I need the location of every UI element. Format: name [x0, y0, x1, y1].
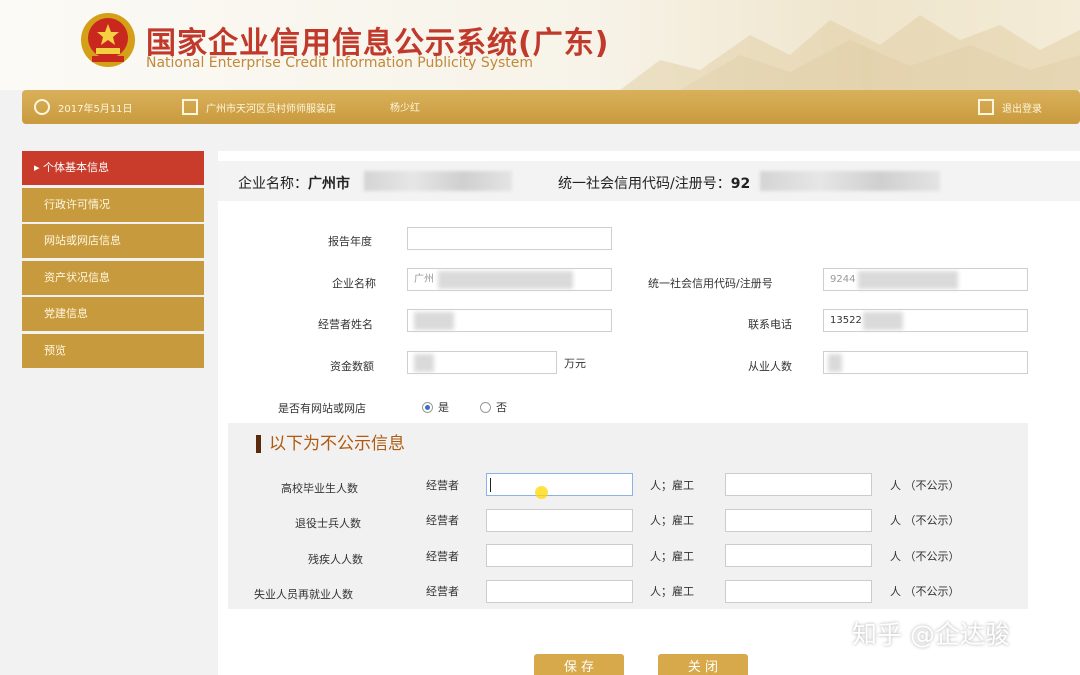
company-name-value: 广州 — [414, 274, 434, 285]
disabled-operator-input[interactable] — [486, 544, 633, 567]
close-button[interactable]: 关 闭 — [658, 654, 748, 675]
redacted-field — [438, 271, 573, 289]
sidebar-item-preview[interactable]: 预览 — [22, 333, 204, 368]
operator-label: 经营者 — [426, 585, 459, 598]
sidebar-item-permits[interactable]: 行政许可情况 — [22, 187, 204, 222]
user-text: 杨少红 — [390, 103, 420, 114]
company-name-info: 企业名称：广州市 — [238, 173, 350, 193]
website-radio-no[interactable]: 否 — [480, 399, 507, 415]
operator-label: 经营者 — [426, 550, 459, 563]
redacted-field — [858, 271, 958, 289]
employee-label: 人；雇工 — [650, 479, 694, 492]
building-icon — [182, 99, 198, 115]
unit-note: 人 （不公示） — [890, 585, 960, 598]
redacted-field — [414, 354, 434, 372]
credit-code-value: 9244 — [830, 274, 856, 285]
sidebar-item-assets[interactable]: 资产状况信息 — [22, 260, 204, 295]
operator-name-label: 经营者姓名 — [318, 318, 373, 331]
credit-code-info-value: 92 — [730, 176, 751, 192]
row-label-graduates: 高校毕业生人数 — [281, 482, 358, 495]
redacted-field — [863, 312, 903, 330]
phone-label: 联系电话 — [748, 318, 792, 331]
sidebar-item-basic-info[interactable]: ▸ 个体基本信息 — [22, 151, 204, 185]
sidebar-item-website[interactable]: 网站或网店信息 — [22, 224, 204, 258]
company-name-info-label: 企业名称： — [238, 176, 308, 192]
company-name-label: 企业名称 — [332, 277, 376, 290]
operator-label: 经营者 — [426, 479, 459, 492]
report-year-field[interactable] — [407, 227, 612, 250]
unit-note: 人 （不公示） — [890, 479, 960, 492]
text-caret — [490, 478, 491, 492]
date-display: 2017年5月11日 — [34, 99, 133, 115]
redacted-field — [828, 354, 842, 372]
company-text: 广州市天河区员村师师服装店 — [206, 103, 336, 115]
employees-field[interactable] — [823, 351, 1028, 374]
phone-value: 13522 — [830, 315, 862, 326]
graduates-employee-input[interactable] — [725, 473, 872, 496]
radio-unselected-icon — [480, 401, 491, 413]
credit-code-info: 统一社会信用代码/注册号：92 — [558, 173, 750, 193]
site-header: 国家企业信用信息公示系统(广东) National Enterprise Cre… — [0, 0, 1080, 90]
disabled-employee-input[interactable] — [725, 544, 872, 567]
logout-icon — [978, 99, 994, 115]
row-label-veterans: 退役士兵人数 — [295, 517, 361, 530]
national-emblem-icon — [81, 13, 135, 67]
row-label-reemployed: 失业人员再就业人数 — [254, 588, 353, 601]
capital-unit-label: 万元 — [564, 357, 586, 370]
row-label-disabled: 残疾人人数 — [308, 553, 363, 566]
unit-note: 人 （不公示） — [890, 514, 960, 527]
non-public-title: 以下为不公示信息 — [256, 435, 405, 453]
sidebar: ▸ 个体基本信息 行政许可情况 网站或网店信息 资产状况信息 党建信息 预览 — [22, 151, 204, 370]
employee-label: 人；雇工 — [650, 550, 694, 563]
company-info-bar: 企业名称：广州市 统一社会信用代码/注册号：92 — [218, 161, 1080, 201]
credit-code-label: 统一社会信用代码/注册号 — [648, 277, 773, 290]
sidebar-item-party[interactable]: 党建信息 — [22, 297, 204, 331]
website-radio-yes[interactable]: 是 — [422, 399, 449, 415]
operator-label: 经营者 — [426, 514, 459, 527]
website-question-label: 是否有网站或网店 — [278, 402, 366, 415]
capital-label: 资金数额 — [330, 360, 374, 373]
mouse-cursor-highlight — [535, 486, 548, 499]
graduates-operator-input[interactable] — [486, 473, 633, 496]
veterans-employee-input[interactable] — [725, 509, 872, 532]
company-name-info-value: 广州市 — [308, 176, 350, 192]
redacted-credit-code — [760, 171, 940, 191]
employees-label: 从业人数 — [748, 360, 792, 373]
radio-no-label: 否 — [496, 401, 507, 414]
reemployed-operator-input[interactable] — [486, 580, 633, 603]
top-bar: 2017年5月11日 广州市天河区员村师师服装店 杨少红 退出登录 — [22, 90, 1080, 124]
user-display: 杨少红 — [390, 99, 420, 114]
clock-icon — [34, 99, 50, 115]
logout-button[interactable]: 退出登录 — [978, 99, 1042, 115]
company-display: 广州市天河区员村师师服装店 — [182, 99, 336, 115]
redacted-field — [414, 312, 454, 330]
employee-label: 人；雇工 — [650, 585, 694, 598]
redacted-company-name — [364, 171, 512, 191]
report-year-label: 报告年度 — [328, 235, 372, 248]
watermark: 知乎 @企达骏 — [852, 620, 1010, 649]
mountain-decoration — [620, 15, 1080, 90]
radio-yes-label: 是 — [438, 401, 449, 414]
phone-field[interactable]: 13522 — [823, 309, 1028, 332]
employee-label: 人；雇工 — [650, 514, 694, 527]
logout-label: 退出登录 — [1002, 103, 1042, 115]
reemployed-employee-input[interactable] — [725, 580, 872, 603]
main-panel: 企业名称：广州市 统一社会信用代码/注册号：92 报告年度 企业名称 广州 统一… — [218, 151, 1080, 675]
credit-code-info-label: 统一社会信用代码/注册号： — [558, 176, 731, 192]
date-text: 2017年5月11日 — [58, 103, 133, 115]
unit-note: 人 （不公示） — [890, 550, 960, 563]
site-subtitle: National Enterprise Credit Information P… — [146, 55, 534, 71]
save-button[interactable]: 保 存 — [534, 654, 624, 675]
veterans-operator-input[interactable] — [486, 509, 633, 532]
non-public-section: 以下为不公示信息 高校毕业生人数 经营者 人；雇工 人 （不公示） 退役士兵人数… — [228, 423, 1028, 609]
radio-selected-icon — [422, 401, 433, 413]
